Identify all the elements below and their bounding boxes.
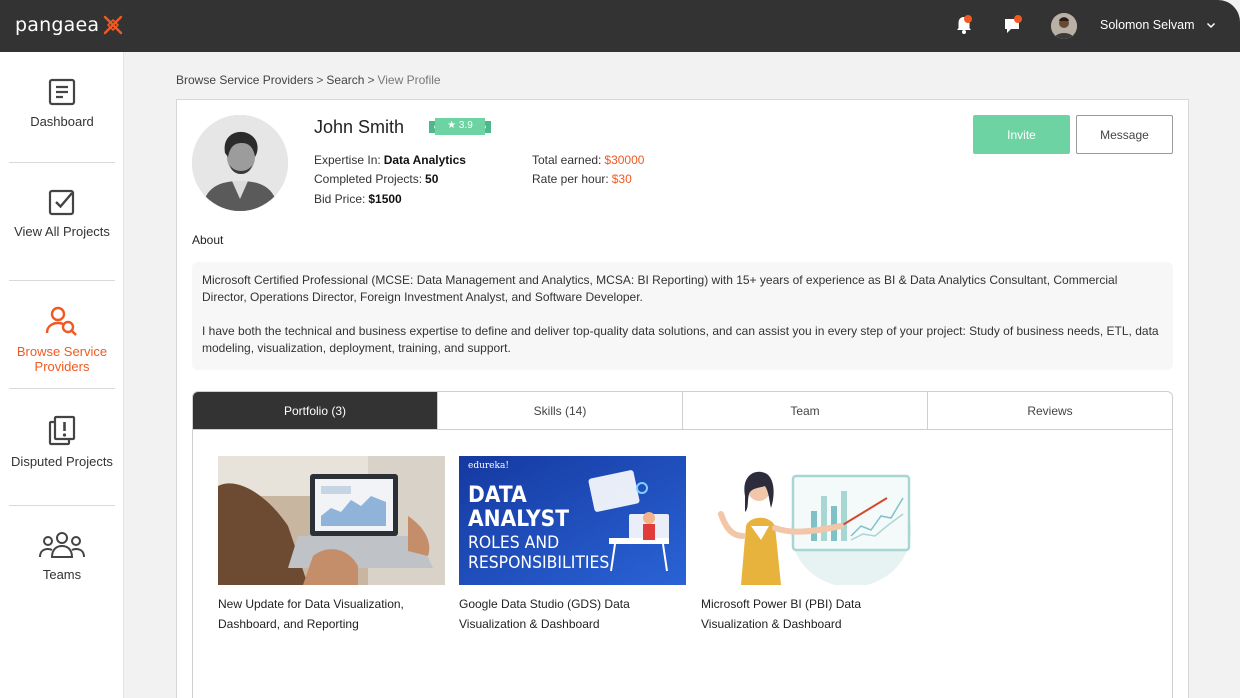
checkbox-icon	[48, 189, 75, 216]
bid-value: $1500	[368, 192, 402, 206]
breadcrumb-separator: >	[316, 73, 324, 87]
profile-photo	[192, 115, 288, 211]
thumbnail-subline-2: RESPONSIBILITIES	[468, 553, 610, 573]
chevron-down-icon[interactable]	[1205, 19, 1217, 31]
about-box: Microsoft Certified Professional (MCSE: …	[192, 262, 1173, 370]
rate-row: Rate per hour: $30	[532, 172, 632, 186]
breadcrumb-browse[interactable]: Browse Service Providers	[176, 73, 313, 87]
user-name[interactable]: Solomon Selvam	[1100, 18, 1195, 32]
chat-dot	[1014, 15, 1022, 23]
tab-reviews[interactable]: Reviews	[927, 392, 1172, 429]
completed-value: 50	[425, 172, 439, 186]
notification-dot	[964, 15, 972, 23]
about-title: About	[192, 233, 224, 247]
team-icon	[39, 532, 85, 558]
rate-label: Rate per hour:	[532, 172, 609, 186]
sidebar-item-browse-service-providers[interactable]: Browse Service Providers	[0, 305, 124, 374]
earned-value: $30000	[604, 153, 645, 167]
thumbnail-headline-2: ANALYST	[468, 507, 570, 532]
tabs-panel: Portfolio (3) Skills (14) Team Reviews N…	[192, 391, 1173, 698]
star-icon: ★	[447, 120, 457, 131]
sidebar-item-label: Dashboard	[30, 114, 94, 129]
completed-row: Completed Projects: 50	[314, 172, 438, 186]
expertise-value: Data Analytics	[383, 153, 466, 167]
breadcrumb: Browse Service Providers > Search > View Pro…	[176, 73, 441, 87]
earned-row: Total earned: $30000	[532, 153, 644, 167]
earned-label: Total earned:	[532, 153, 602, 167]
top-bar: pangaea Solomon Selvam	[0, 0, 1240, 52]
portfolio-item[interactable]: New Update for Data Visualization, Dashb…	[218, 456, 445, 634]
provider-name: John Smith	[314, 117, 405, 137]
sidebar-item-label: Teams	[42, 567, 82, 582]
rating-number: 3.9	[458, 120, 473, 131]
portfolio-title[interactable]: New Update for Data Visualization, Dashb…	[218, 595, 445, 634]
sidebar-item-disputed-projects[interactable]: Disputed Projects	[0, 415, 124, 469]
invite-button[interactable]: Invite	[973, 115, 1070, 154]
breadcrumb-view-profile: View Profile	[377, 73, 441, 87]
dispute-icon	[48, 415, 76, 446]
sidebar-item-view-all-projects[interactable]: View All Projects	[0, 187, 124, 239]
breadcrumb-separator: >	[367, 73, 375, 87]
sidebar-divider	[9, 280, 115, 281]
sidebar-divider	[9, 505, 115, 506]
about-paragraph: Microsoft Certified Professional (MCSE: …	[202, 273, 1118, 304]
sidebar-item-dashboard[interactable]: Dashboard	[0, 77, 124, 129]
dashboard-icon	[48, 78, 76, 106]
rating-badge: ★ 3.9	[429, 117, 491, 137]
completed-label: Completed Projects:	[314, 172, 423, 186]
portfolio-title[interactable]: Google Data Studio (GDS) Data Visualizat…	[459, 595, 686, 634]
portfolio-thumbnail[interactable]: edureka! DATA ANALYST ROLES AND RESPONSI…	[459, 456, 686, 585]
rating-value: ★ 3.9	[429, 120, 491, 131]
expertise-label: Expertise In:	[314, 153, 381, 167]
sidebar-divider	[9, 388, 115, 389]
about-paragraph: I have both the technical and business e…	[202, 324, 1159, 355]
thumbnail-brand: edureka!	[468, 461, 509, 471]
bid-row: Bid Price: $1500	[314, 192, 402, 206]
thumbnail-headline-1: DATA	[468, 483, 527, 508]
sidebar-divider	[9, 162, 115, 163]
portfolio-item[interactable]: edureka! DATA ANALYST ROLES AND RESPONSI…	[459, 456, 686, 634]
portfolio-thumbnail[interactable]	[701, 456, 928, 585]
tab-portfolio[interactable]: Portfolio (3)	[193, 392, 437, 429]
sidebar: Dashboard View All Projects Browse Servi…	[0, 52, 124, 698]
tab-skills[interactable]: Skills (14)	[437, 392, 682, 429]
portfolio-item[interactable]: Microsoft Power BI (PBI) Data Visualizat…	[701, 456, 928, 634]
sidebar-item-label: View All Projects	[14, 224, 110, 239]
breadcrumb-search[interactable]: Search	[326, 73, 364, 87]
expertise-row: Expertise In: Data Analytics	[314, 153, 466, 167]
portfolio-title[interactable]: Microsoft Power BI (PBI) Data Visualizat…	[701, 595, 928, 634]
tab-team[interactable]: Team	[682, 392, 927, 429]
sidebar-item-label: Browse Service Providers	[16, 344, 108, 374]
user-search-icon	[45, 306, 77, 336]
logo[interactable]: pangaea	[15, 14, 124, 36]
portfolio-thumbnail[interactable]	[218, 456, 445, 585]
message-button[interactable]: Message	[1076, 115, 1173, 154]
sidebar-item-teams[interactable]: Teams	[0, 530, 124, 582]
profile-card: John Smith ★ 3.9 Expertise In: Data Analy…	[176, 99, 1189, 698]
tab-bar: Portfolio (3) Skills (14) Team Reviews	[193, 392, 1172, 430]
logo-text: pangaea	[15, 14, 100, 36]
logo-x-icon	[103, 15, 123, 35]
sidebar-item-label: Disputed Projects	[11, 454, 113, 469]
thumbnail-subline-1: ROLES AND	[468, 533, 560, 553]
user-avatar[interactable]	[1051, 13, 1077, 39]
bid-label: Bid Price:	[314, 192, 366, 206]
rate-value: $30	[611, 172, 632, 186]
